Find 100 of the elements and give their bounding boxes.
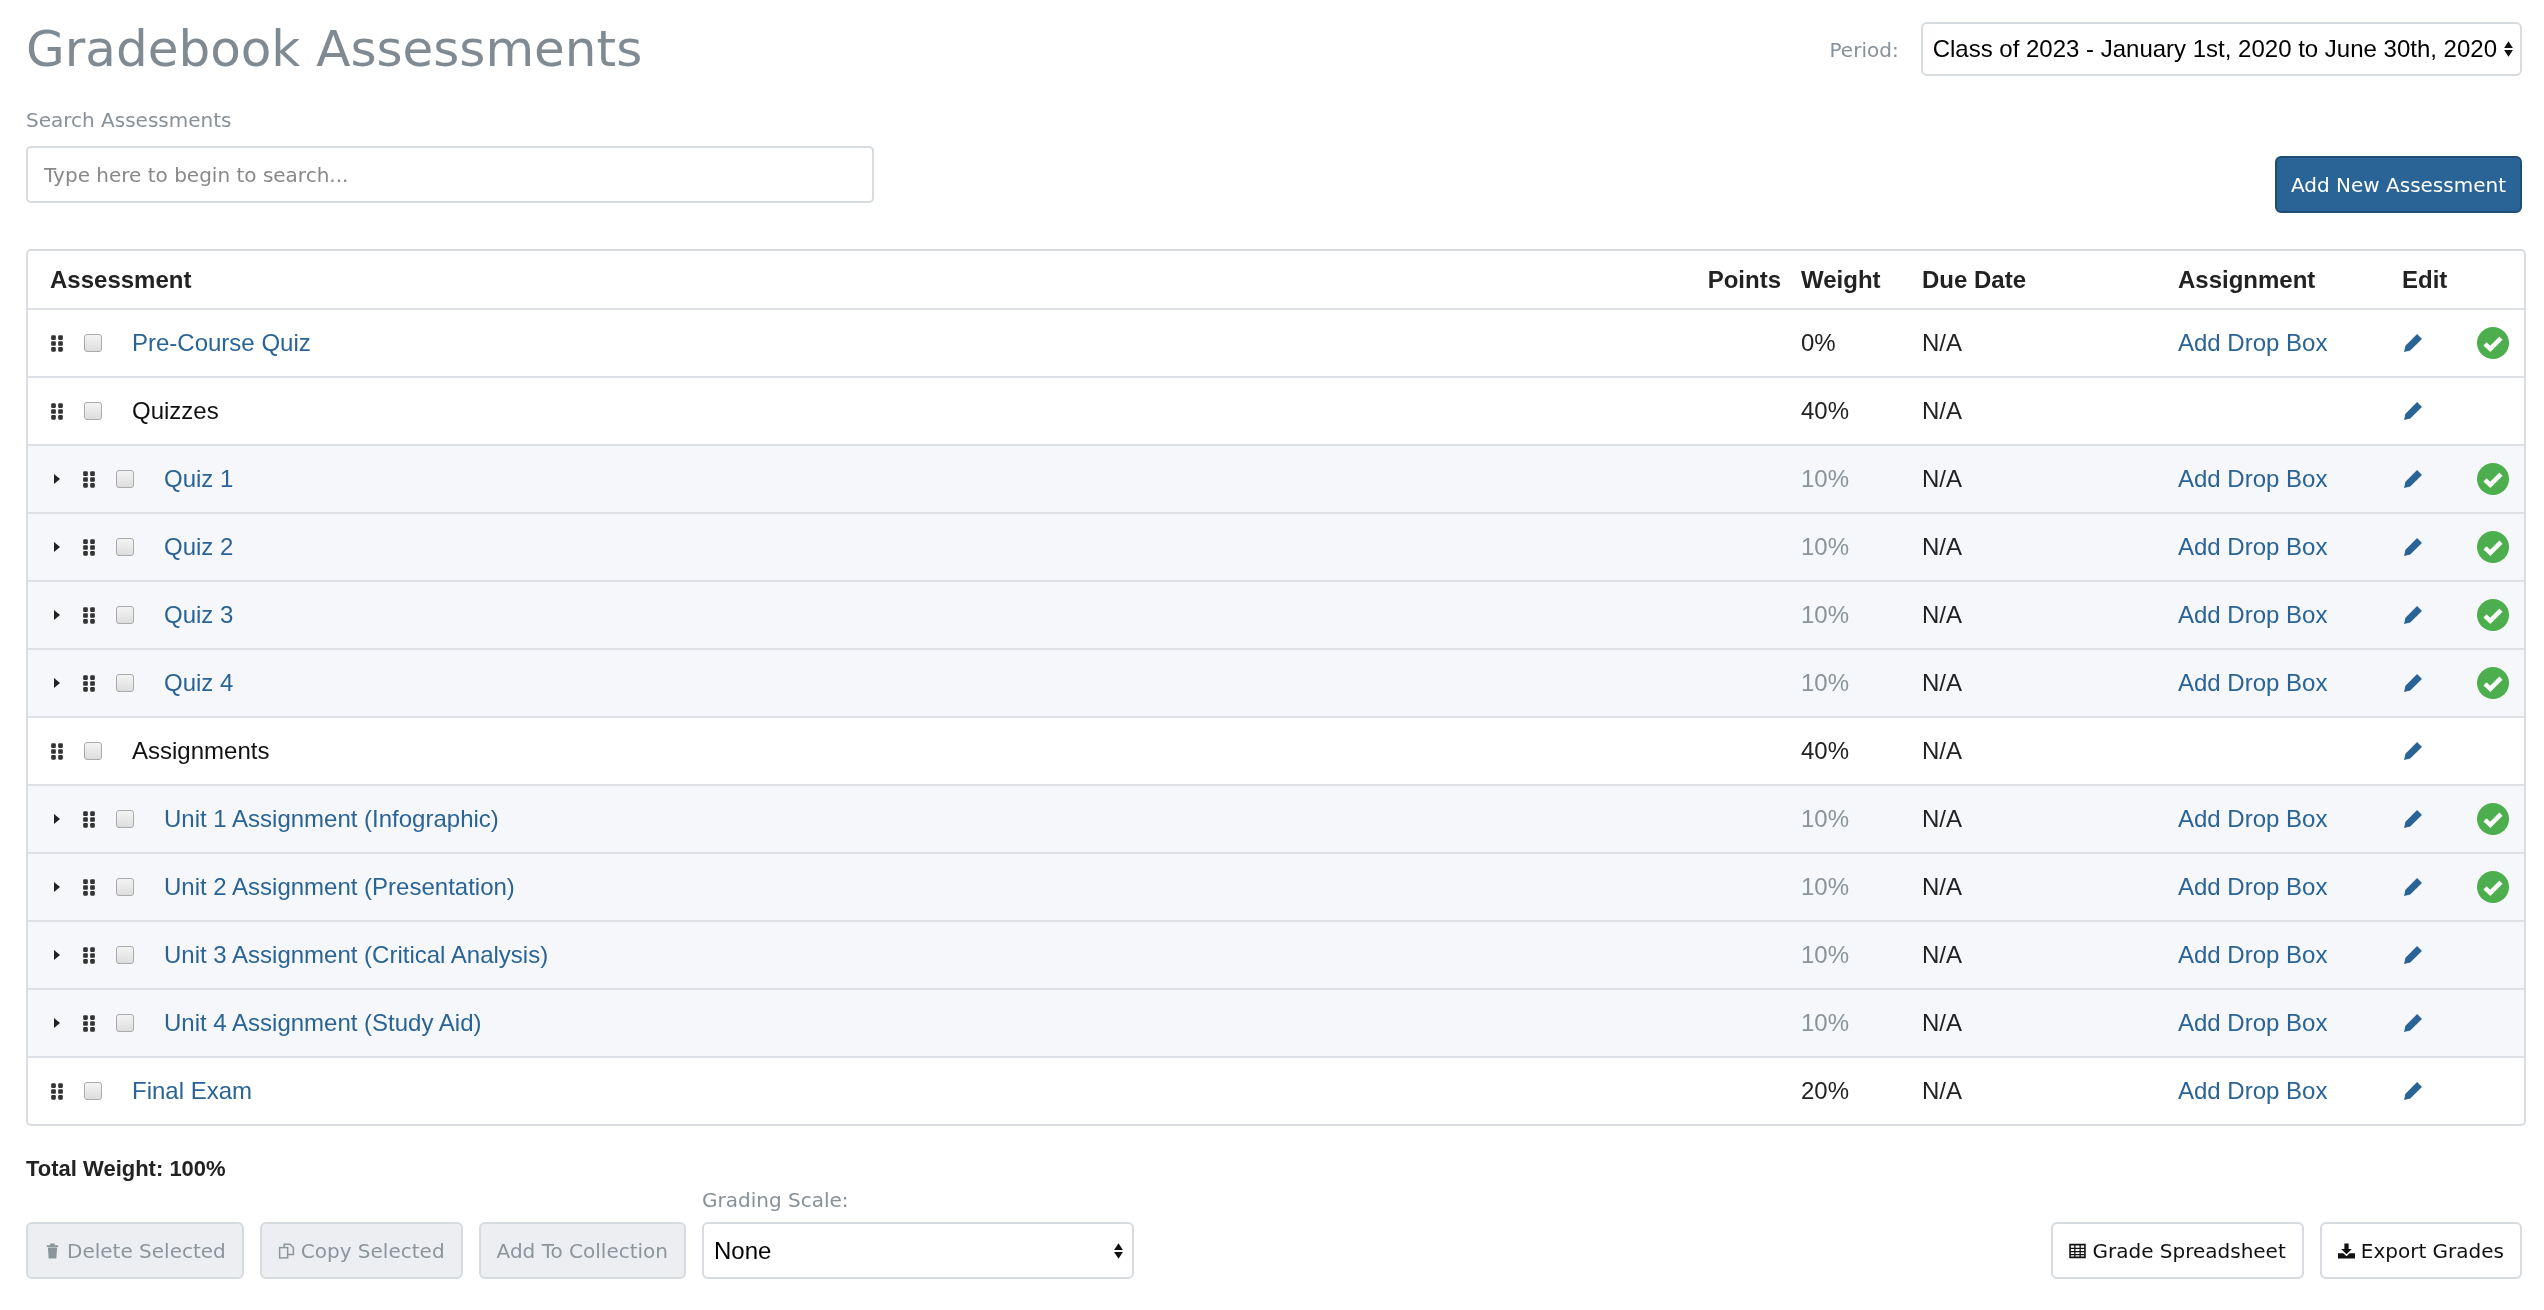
row-checkbox[interactable] xyxy=(116,606,134,624)
add-drop-box-link[interactable]: Add Drop Box xyxy=(2178,941,2328,969)
caret-icon[interactable] xyxy=(52,471,62,487)
caret-icon[interactable] xyxy=(52,675,62,691)
check-circle-icon xyxy=(2477,803,2509,835)
trash-icon xyxy=(44,1242,61,1259)
assessment-link[interactable]: Quiz 4 xyxy=(164,669,234,697)
row-checkbox[interactable] xyxy=(116,878,134,896)
assessment-link[interactable]: Unit 2 Assignment (Presentation) xyxy=(164,873,515,901)
drag-handle-icon[interactable] xyxy=(82,605,96,625)
column-header: Due Date xyxy=(1922,265,2027,294)
caret-icon[interactable] xyxy=(52,539,62,555)
add-drop-box-link[interactable]: Add Drop Box xyxy=(2178,805,2328,833)
total-weight: Total Weight: 100% xyxy=(26,1156,227,1182)
caret-icon[interactable] xyxy=(52,607,62,623)
due-date-cell: N/A xyxy=(1922,397,1962,425)
row-checkbox[interactable] xyxy=(116,810,134,828)
due-date-cell: N/A xyxy=(1922,1009,1962,1037)
due-date-cell: N/A xyxy=(1922,805,1962,833)
due-date-cell: N/A xyxy=(1922,601,1962,629)
row-checkbox[interactable] xyxy=(116,538,134,556)
add-drop-box-link[interactable]: Add Drop Box xyxy=(2178,873,2328,901)
add-drop-box-link[interactable]: Add Drop Box xyxy=(2178,533,2328,561)
due-date-cell: N/A xyxy=(1922,669,1962,697)
edit-icon[interactable] xyxy=(2402,332,2424,354)
drag-handle-icon[interactable] xyxy=(82,537,96,557)
edit-icon[interactable] xyxy=(2402,672,2424,694)
drag-handle-icon[interactable] xyxy=(82,1013,96,1033)
due-date-cell: N/A xyxy=(1922,465,1962,493)
caret-icon[interactable] xyxy=(52,947,62,963)
weight-cell: 10% xyxy=(1801,873,1850,901)
assessment-link[interactable]: Pre-Course Quiz xyxy=(132,329,311,357)
edit-icon[interactable] xyxy=(2402,1080,2424,1102)
row-checkbox[interactable] xyxy=(84,402,102,420)
edit-icon[interactable] xyxy=(2402,740,2424,762)
caret-icon[interactable] xyxy=(52,879,62,895)
check-circle-icon xyxy=(2477,599,2509,631)
edit-icon[interactable] xyxy=(2402,808,2424,830)
check-circle-icon xyxy=(2477,327,2509,359)
add-drop-box-link[interactable]: Add Drop Box xyxy=(2178,1077,2328,1105)
edit-icon[interactable] xyxy=(2402,876,2424,898)
assessment-link[interactable]: Unit 4 Assignment (Study Aid) xyxy=(164,1009,482,1037)
assessment-link[interactable]: Quiz 3 xyxy=(164,601,234,629)
drag-handle-icon[interactable] xyxy=(82,877,96,897)
drag-handle-icon[interactable] xyxy=(50,1081,64,1101)
add-assessment-button[interactable]: Add New Assessment xyxy=(2274,156,2522,213)
drag-handle-icon[interactable] xyxy=(50,401,64,421)
drag-handle-icon[interactable] xyxy=(50,741,64,761)
assessment-link[interactable]: Final Exam xyxy=(132,1077,253,1105)
edit-icon[interactable] xyxy=(2402,1012,2424,1034)
drag-handle-icon[interactable] xyxy=(82,809,96,829)
drag-handle-icon[interactable] xyxy=(82,945,96,965)
row-checkbox[interactable] xyxy=(116,674,134,692)
add-drop-box-link[interactable]: Add Drop Box xyxy=(2178,1009,2328,1037)
due-date-cell: N/A xyxy=(1922,1077,1962,1105)
weight-cell: 10% xyxy=(1801,601,1850,629)
edit-icon[interactable] xyxy=(2402,400,2424,422)
search-label: Search Assessments xyxy=(26,108,233,132)
caret-icon[interactable] xyxy=(52,811,62,827)
caret-icon[interactable] xyxy=(52,1015,62,1031)
tool-button[interactable]: Export Grades xyxy=(2319,1222,2522,1279)
group-name: Quizzes xyxy=(132,397,219,425)
column-header: Weight xyxy=(1801,265,1881,294)
assessment-link[interactable]: Unit 3 Assignment (Critical Analysis) xyxy=(164,941,549,969)
sort-arrows-icon xyxy=(2503,40,2514,58)
drag-handle-icon[interactable] xyxy=(82,469,96,489)
row-checkbox[interactable] xyxy=(84,742,102,760)
assessment-link[interactable]: Quiz 1 xyxy=(164,465,234,493)
assessment-link[interactable]: Unit 1 Assignment (Infographic) xyxy=(164,805,499,833)
drag-handle-icon[interactable] xyxy=(82,673,96,693)
group-name: Assignments xyxy=(132,737,270,765)
due-date-cell: N/A xyxy=(1922,533,1962,561)
row-checkbox[interactable] xyxy=(84,334,102,352)
row-checkbox[interactable] xyxy=(116,946,134,964)
grading-scale-select[interactable]: None xyxy=(702,1222,1134,1279)
drag-handle-icon[interactable] xyxy=(50,333,64,353)
row-checkbox[interactable] xyxy=(116,1014,134,1032)
assessment-link[interactable]: Quiz 2 xyxy=(164,533,234,561)
add-drop-box-link[interactable]: Add Drop Box xyxy=(2178,669,2328,697)
add-drop-box-link[interactable]: Add Drop Box xyxy=(2178,329,2328,357)
add-drop-box-link[interactable]: Add Drop Box xyxy=(2178,601,2328,629)
copy-icon xyxy=(277,1242,295,1259)
add-drop-box-link[interactable]: Add Drop Box xyxy=(2178,465,2328,493)
row-checkbox[interactable] xyxy=(84,1082,102,1100)
tool-button[interactable]: Grade Spreadsheet xyxy=(2051,1222,2304,1279)
period-select[interactable]: Class of 2023 - January 1st, 2020 to June 30th, 2020 xyxy=(1920,22,2522,76)
search-field[interactable]: Type here to begin to search... xyxy=(26,146,874,203)
weight-cell: 10% xyxy=(1801,805,1850,833)
period-label: Period: xyxy=(1829,38,1899,62)
download-icon xyxy=(2337,1242,2355,1259)
edit-icon[interactable] xyxy=(2402,468,2424,490)
grading-scale-label: Grading Scale: xyxy=(702,1188,850,1212)
weight-cell: 10% xyxy=(1801,1009,1850,1037)
due-date-cell: N/A xyxy=(1922,329,1962,357)
weight-cell: 10% xyxy=(1801,941,1850,969)
weight-cell: 10% xyxy=(1801,533,1850,561)
edit-icon[interactable] xyxy=(2402,604,2424,626)
row-checkbox[interactable] xyxy=(116,470,134,488)
edit-icon[interactable] xyxy=(2402,944,2424,966)
edit-icon[interactable] xyxy=(2402,536,2424,558)
